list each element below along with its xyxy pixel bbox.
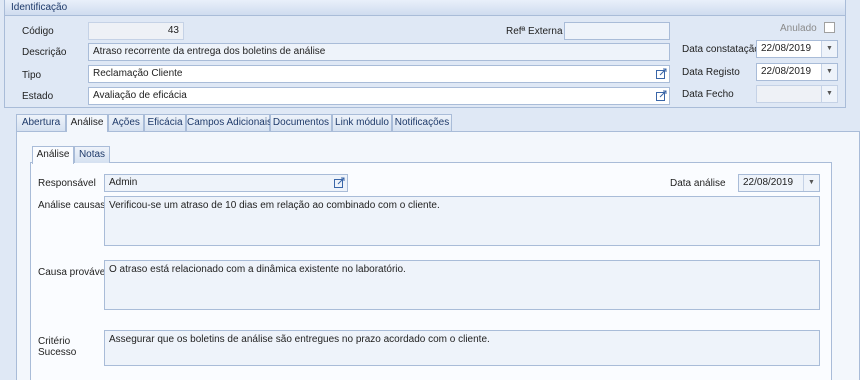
subtab-analise[interactable]: Análise xyxy=(32,146,74,164)
tab-notificacoes[interactable]: Notificações xyxy=(392,114,452,131)
codigo-label: Código xyxy=(22,26,54,37)
responsavel-field[interactable]: Admin xyxy=(104,174,348,192)
tab-acoes[interactable]: Ações xyxy=(108,114,144,131)
data-fecho-field[interactable]: ▼ xyxy=(756,85,838,103)
responsavel-label: Responsável xyxy=(38,178,96,189)
tipo-value: Reclamação Cliente xyxy=(93,68,183,79)
data-registo-value: 22/08/2019 xyxy=(761,66,812,77)
anulado-label: Anulado xyxy=(780,23,817,34)
data-registo-label: Data Registo xyxy=(682,67,740,78)
anulado-checkbox[interactable] xyxy=(824,22,835,33)
data-constatacao-field[interactable]: 22/08/2019 ▼ xyxy=(756,40,838,58)
data-registo-chevron-down-icon[interactable]: ▼ xyxy=(821,64,837,80)
tab-link-modulo[interactable]: Link módulo xyxy=(332,114,392,131)
tipo-label: Tipo xyxy=(22,70,42,81)
criterio-sucesso-label-line1: Critério xyxy=(38,336,71,347)
data-analise-chevron-down-icon[interactable]: ▼ xyxy=(803,175,819,191)
data-constatacao-label: Data constatação xyxy=(682,44,760,55)
ref-externa-label: Refª Externa xyxy=(506,26,563,37)
causa-provavel-label: Causa provável xyxy=(38,267,108,278)
estado-value: Avaliação de eficácia xyxy=(93,90,187,101)
data-analise-field[interactable]: 22/08/2019 ▼ xyxy=(738,174,820,192)
data-constatacao-value: 22/08/2019 xyxy=(761,43,812,54)
causa-provavel-textarea[interactable]: O atraso está relacionado com a dinâmica… xyxy=(104,260,820,310)
codigo-field[interactable]: 43 xyxy=(88,22,184,40)
ref-externa-field[interactable] xyxy=(564,22,670,40)
identificacao-header: Identificação xyxy=(4,0,846,16)
tab-analise[interactable]: Análise xyxy=(66,114,108,132)
analise-causas-label: Análise causas xyxy=(38,200,106,211)
criterio-sucesso-label-line2: Sucesso xyxy=(38,347,77,358)
tipo-edit-icon[interactable] xyxy=(653,66,669,82)
tab-eficacia[interactable]: Eficácia xyxy=(144,114,186,131)
tab-campos-adicionais[interactable]: Campos Adicionais xyxy=(186,114,272,131)
descricao-label: Descrição xyxy=(22,47,67,58)
responsavel-edit-icon[interactable] xyxy=(331,175,347,191)
data-constatacao-chevron-down-icon[interactable]: ▼ xyxy=(821,41,837,57)
data-analise-value: 22/08/2019 xyxy=(743,177,794,188)
estado-field[interactable]: Avaliação de eficácia xyxy=(88,87,670,105)
data-analise-label: Data análise xyxy=(670,178,726,189)
descricao-field[interactable]: Atraso recorrente da entrega dos boletin… xyxy=(88,43,670,61)
subtab-notas[interactable]: Notas xyxy=(74,146,110,163)
data-registo-field[interactable]: 22/08/2019 ▼ xyxy=(756,63,838,81)
estado-edit-icon[interactable] xyxy=(653,88,669,104)
tab-abertura[interactable]: Abertura xyxy=(16,114,66,131)
estado-label: Estado xyxy=(22,91,54,102)
tipo-field[interactable]: Reclamação Cliente xyxy=(88,65,670,83)
analise-causas-textarea[interactable]: Verificou-se um atraso de 10 dias em rel… xyxy=(104,196,820,246)
criterio-sucesso-textarea[interactable]: Assegurar que os boletins de análise são… xyxy=(104,330,820,366)
data-fecho-chevron-down-icon[interactable]: ▼ xyxy=(821,86,837,102)
responsavel-value: Admin xyxy=(109,177,138,188)
tab-documentos[interactable]: Documentos xyxy=(270,114,332,131)
data-fecho-label: Data Fecho xyxy=(682,89,734,100)
